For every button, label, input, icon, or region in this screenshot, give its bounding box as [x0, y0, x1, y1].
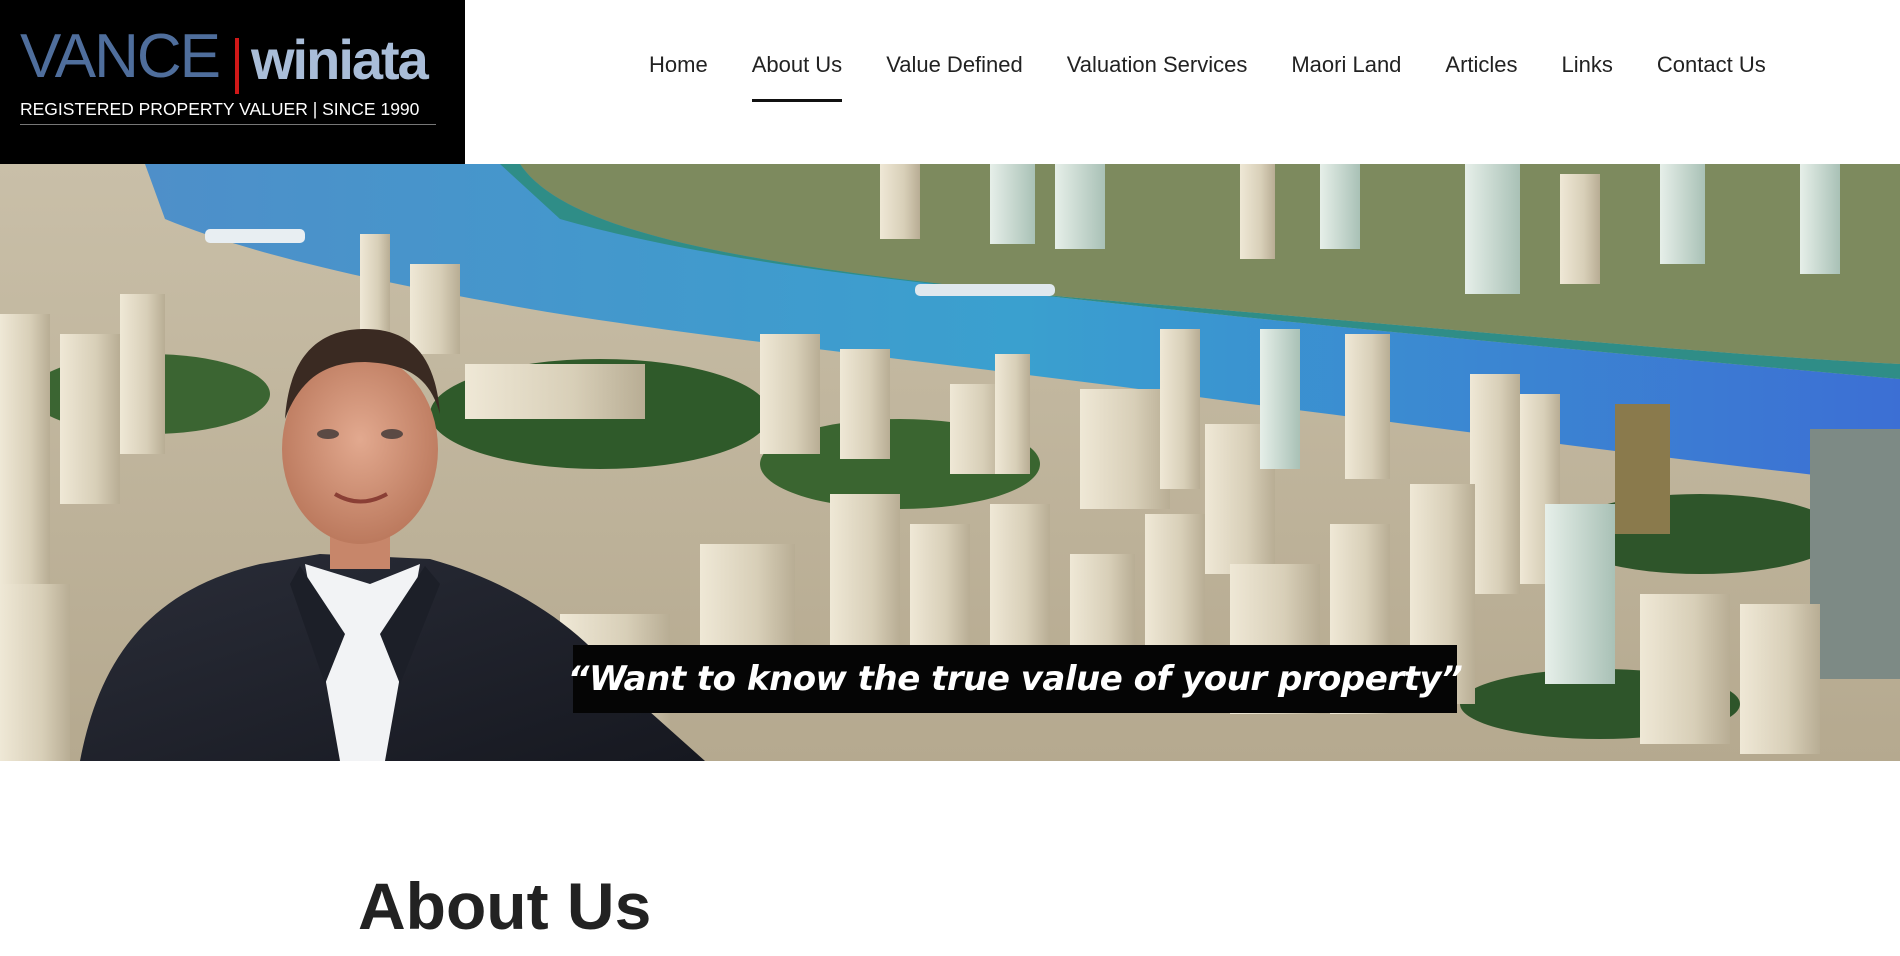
site-header: VANCE winiata REGISTERED PROPERTY VALUER…: [0, 0, 1900, 164]
hero-quote-banner: “Want to know the true value of your pro…: [568, 645, 1463, 713]
nav-item-about-us[interactable]: About Us: [730, 54, 865, 104]
nav-item-articles[interactable]: Articles: [1423, 54, 1539, 104]
nav-item-value-defined[interactable]: Value Defined: [864, 54, 1045, 104]
nav-item-valuation-services[interactable]: Valuation Services: [1045, 54, 1270, 104]
nav-item-contact-us[interactable]: Contact Us: [1635, 54, 1788, 104]
logo-brand-primary: VANCE: [20, 22, 221, 91]
nav-item-home[interactable]: Home: [627, 54, 730, 104]
logo-brand-secondary: winiata: [251, 28, 429, 91]
main-nav: Home About Us Value Defined Valuation Se…: [627, 54, 1788, 104]
nav-item-links[interactable]: Links: [1540, 54, 1635, 104]
site-logo[interactable]: VANCE winiata REGISTERED PROPERTY VALUER…: [0, 0, 465, 164]
nav-item-maori-land[interactable]: Maori Land: [1269, 54, 1423, 104]
logo-underline: [20, 124, 436, 125]
page-title: About Us: [358, 869, 652, 943]
logo-tagline: REGISTERED PROPERTY VALUER | SINCE 1990: [20, 99, 420, 119]
logo-divider: [235, 38, 239, 94]
hero-quote-text: “Want to know the true value of your pro…: [567, 659, 1463, 699]
